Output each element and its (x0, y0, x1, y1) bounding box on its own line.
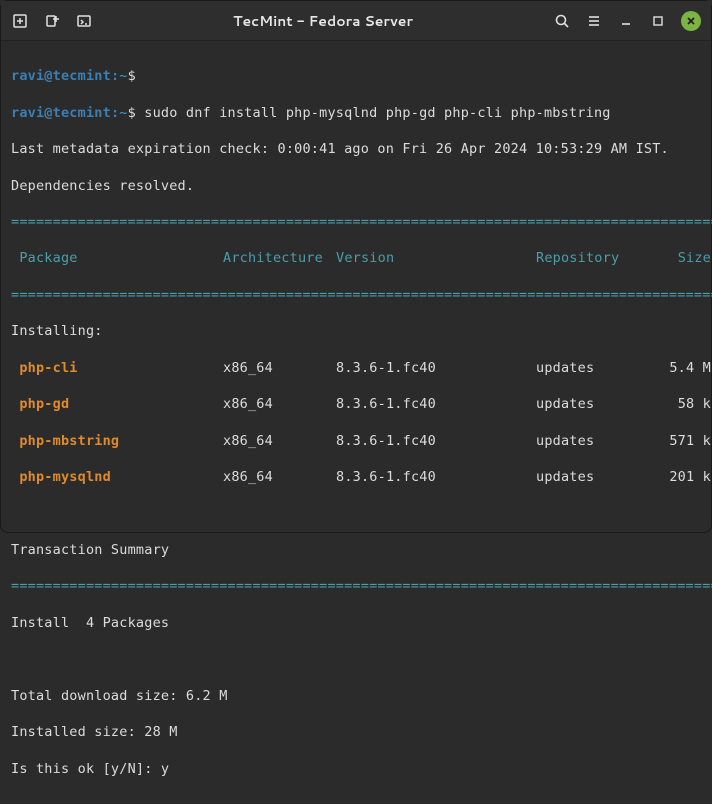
package-version: 8.3.6-1.fc40 (336, 432, 536, 450)
package-repo: updates (536, 432, 656, 450)
package-repo: updates (536, 359, 656, 377)
confirm-line: Is this ok [y/N]: y (11, 760, 701, 778)
prompt-line-empty: ravi@tecmint:~$ (11, 67, 701, 85)
new-tab-icon[interactable] (11, 12, 29, 30)
package-version: 8.3.6-1.fc40 (336, 468, 536, 486)
header-version: Version (336, 249, 536, 267)
package-name: php-mbstring (19, 433, 119, 449)
search-icon[interactable] (553, 12, 571, 30)
prompt-user-host: ravi@tecmint (11, 68, 111, 84)
prompt-symbol: $ (128, 68, 136, 84)
table-header: Package Architecture Version Repository … (11, 249, 701, 267)
package-arch: x86_64 (223, 432, 336, 450)
blank-line (11, 650, 701, 668)
package-name: php-mysqlnd (19, 469, 111, 485)
command-text: sudo dnf install php-mysqlnd php-gd php-… (144, 105, 610, 121)
package-version: 8.3.6-1.fc40 (336, 395, 536, 413)
header-package: Package (19, 250, 77, 266)
close-button[interactable] (681, 11, 701, 31)
transaction-summary: Transaction Summary (11, 541, 701, 559)
confirm-prompt: Is this ok [y/N]: (11, 761, 161, 777)
window-title: TecMint - Fedora Server (93, 11, 553, 31)
confirm-answer: y (161, 761, 169, 777)
terminal-icon[interactable] (75, 12, 93, 30)
package-name: php-gd (19, 396, 69, 412)
download-size: Total download size: 6.2 M (11, 687, 701, 705)
table-row: php-gdx86_648.3.6-1.fc40updates58 k (11, 395, 701, 413)
dependencies-line: Dependencies resolved. (11, 177, 701, 195)
divider-line: ========================================… (11, 213, 701, 231)
blank-line (11, 504, 701, 522)
package-arch: x86_64 (223, 395, 336, 413)
package-repo: updates (536, 468, 656, 486)
table-row: php-clix86_648.3.6-1.fc40updates5.4 M (11, 359, 701, 377)
package-arch: x86_64 (223, 359, 336, 377)
package-size: 58 k (656, 395, 711, 413)
minimize-icon[interactable] (617, 12, 635, 30)
header-size: Size (656, 249, 711, 267)
terminal-output[interactable]: ravi@tecmint:~$ ravi@tecmint:~$ sudo dnf… (1, 41, 711, 804)
prompt-line-command: ravi@tecmint:~$ sudo dnf install php-mys… (11, 104, 701, 122)
package-version: 8.3.6-1.fc40 (336, 359, 536, 377)
maximize-icon[interactable] (649, 12, 667, 30)
package-size: 571 k (656, 432, 711, 450)
header-arch: Architecture (223, 249, 336, 267)
installed-size: Installed size: 28 M (11, 723, 701, 741)
titlebar: TecMint - Fedora Server (1, 1, 711, 41)
package-arch: x86_64 (223, 468, 336, 486)
package-name: php-cli (19, 360, 77, 376)
table-row: php-mysqlndx86_648.3.6-1.fc40updates201 … (11, 468, 701, 486)
prompt-path: ~ (119, 68, 127, 84)
package-repo: updates (536, 395, 656, 413)
header-repo: Repository (536, 249, 656, 267)
divider-line: ========================================… (11, 286, 701, 304)
metadata-line: Last metadata expiration check: 0:00:41 … (11, 140, 701, 158)
new-window-icon[interactable] (43, 12, 61, 30)
install-count: Install 4 Packages (11, 614, 701, 632)
titlebar-left-controls (11, 12, 93, 30)
table-row: php-mbstringx86_648.3.6-1.fc40updates571… (11, 432, 701, 450)
package-size: 201 k (656, 468, 711, 486)
installing-label: Installing: (11, 322, 701, 340)
package-size: 5.4 M (656, 359, 711, 377)
menu-icon[interactable] (585, 12, 603, 30)
divider-line: ========================================… (11, 577, 701, 595)
titlebar-right-controls (553, 11, 701, 31)
